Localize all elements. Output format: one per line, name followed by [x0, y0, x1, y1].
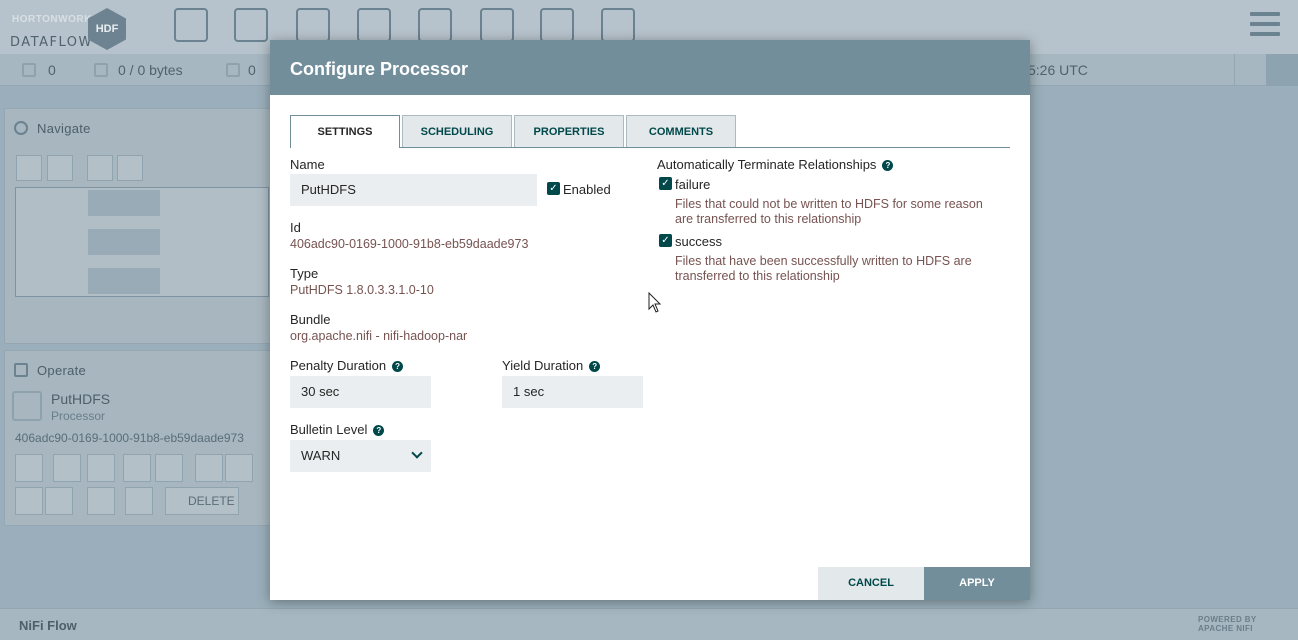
breadcrumb-bar: NiFi Flow POWERED BY APACHE NIFI [0, 608, 1298, 640]
threads-icon [22, 63, 36, 77]
delete-button[interactable]: DELETE [165, 487, 239, 515]
id-label: Id [290, 220, 301, 235]
birdseye-view[interactable] [15, 187, 269, 297]
type-value: PutHDFS 1.8.0.3.3.1.0-10 [290, 283, 434, 297]
yield-duration-label: Yield Duration? [502, 358, 601, 373]
tab-properties[interactable]: PROPERTIES [514, 115, 624, 147]
hand-pointer-icon [14, 363, 28, 377]
enabled-label: Enabled [563, 182, 611, 197]
bulletin-level-label: Bulletin Level? [290, 422, 385, 437]
queued-count: 0 / 0 bytes [118, 62, 183, 78]
enabled-checkbox[interactable]: ✓ [547, 182, 560, 195]
active-threads: 0 [48, 62, 56, 78]
fit-icon[interactable] [87, 155, 113, 181]
operate-panel: Operate PutHDFS Processor 406adc90-0169-… [4, 350, 279, 526]
actual-size-icon[interactable] [117, 155, 143, 181]
failure-description: Files that could not be written to HDFS … [675, 197, 983, 226]
zoom-out-icon[interactable] [47, 155, 73, 181]
auto-terminate-title: Automatically Terminate Relationships? [657, 157, 894, 172]
failure-label: failure [675, 177, 711, 192]
color-icon[interactable] [125, 487, 153, 515]
operate-component-type: Processor [51, 409, 106, 423]
mouse-cursor-icon [648, 292, 662, 313]
tab-comments[interactable]: COMMENTS [626, 115, 736, 147]
breadcrumb-flow[interactable]: NiFi Flow [19, 618, 77, 633]
tab-scheduling[interactable]: SCHEDULING [402, 115, 512, 147]
id-value: 406adc90-0169-1000-91b8-eb59daade973 [290, 237, 529, 251]
success-checkbox[interactable]: ✓ [659, 234, 672, 247]
group-icon[interactable] [87, 487, 115, 515]
last-refreshed-time: 5:26 UTC [1028, 62, 1088, 78]
processor-icon[interactable] [174, 8, 208, 42]
processor-icon [12, 391, 42, 421]
compass-icon [14, 121, 28, 135]
dialog-tabs: SETTINGS SCHEDULING PROPERTIES COMMENTS [290, 115, 1010, 148]
logo-product: DATAFLOW [10, 35, 93, 50]
stop-icon[interactable] [155, 454, 183, 482]
penalty-duration-input[interactable] [290, 376, 431, 408]
upload-template-icon[interactable] [225, 454, 253, 482]
enable-icon[interactable] [53, 454, 81, 482]
help-icon[interactable]: ? [373, 425, 385, 436]
process-group-icon[interactable] [357, 8, 391, 42]
paste-icon[interactable] [45, 487, 73, 515]
help-icon[interactable]: ? [589, 361, 601, 372]
penalty-duration-label: Penalty Duration? [290, 358, 404, 373]
zoom-in-icon[interactable] [16, 155, 42, 181]
logo-company: HORTONWORKS [12, 14, 99, 25]
configure-processor-dialog: Configure Processor SETTINGS SCHEDULING … [270, 40, 1030, 600]
help-icon[interactable]: ? [882, 160, 894, 171]
tab-settings[interactable]: SETTINGS [290, 115, 400, 148]
success-label: success [675, 234, 722, 249]
success-description: Files that have been successfully writte… [675, 254, 972, 283]
queue-icon [94, 63, 108, 77]
configure-icon[interactable] [15, 454, 43, 482]
operate-title: Operate [37, 363, 87, 378]
navigate-title: Navigate [37, 121, 91, 136]
name-label: Name [290, 157, 325, 172]
yield-duration-input[interactable] [502, 376, 643, 408]
input-port-icon[interactable] [234, 8, 268, 42]
failure-checkbox[interactable]: ✓ [659, 177, 672, 190]
transmitting-icon [226, 63, 240, 77]
cancel-button[interactable]: CANCEL [818, 567, 924, 600]
help-icon[interactable]: ? [392, 361, 404, 372]
powered-by-logo: POWERED BY APACHE NIFI [1198, 615, 1257, 633]
start-icon[interactable] [123, 454, 151, 482]
output-port-icon[interactable] [296, 8, 330, 42]
transmitting-count: 0 [248, 62, 256, 78]
operate-component-id: 406adc90-0169-1000-91b8-eb59daade973 [15, 431, 244, 445]
bulletin-board-icon[interactable] [1266, 54, 1298, 86]
template-icon[interactable] [540, 8, 574, 42]
copy-icon[interactable] [15, 487, 43, 515]
disable-icon[interactable] [87, 454, 115, 482]
navigate-panel: Navigate [4, 108, 279, 344]
create-template-icon[interactable] [195, 454, 223, 482]
hdf-logo: HORTONWORKS DATAFLOW HDF [10, 6, 130, 50]
label-icon[interactable] [601, 8, 635, 42]
name-input[interactable] [290, 174, 537, 206]
chevron-down-icon [411, 447, 423, 459]
bundle-value: org.apache.nifi - nifi-hadoop-nar [290, 329, 468, 343]
dialog-title: Configure Processor [270, 40, 1030, 95]
apply-button[interactable]: APPLY [924, 567, 1030, 600]
search-icon[interactable] [1234, 54, 1264, 86]
bundle-label: Bundle [290, 312, 331, 327]
funnel-icon[interactable] [480, 8, 514, 42]
operate-component-name: PutHDFS [51, 391, 111, 407]
remote-process-group-icon[interactable] [418, 8, 452, 42]
type-label: Type [290, 266, 319, 281]
bulletin-level-select[interactable]: WARN [290, 440, 431, 472]
global-menu-icon[interactable] [1250, 12, 1280, 40]
